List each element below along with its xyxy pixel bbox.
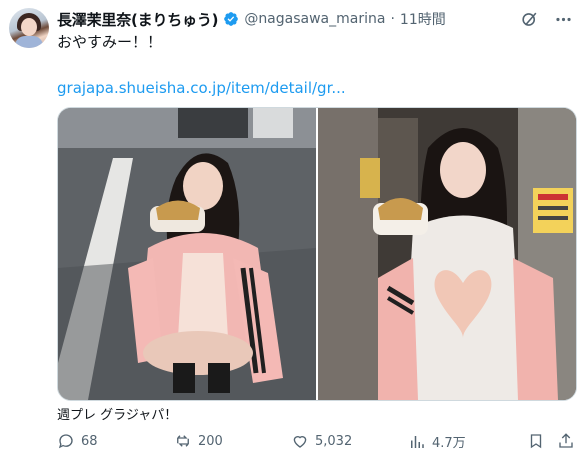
share-button[interactable] xyxy=(557,432,575,450)
share-icon xyxy=(559,433,573,448)
media-grid xyxy=(57,107,577,401)
views-button[interactable]: 4.7万 xyxy=(408,432,466,451)
post-time[interactable]: 11時間 xyxy=(400,9,446,29)
photo-right[interactable] xyxy=(318,108,576,400)
reply-button[interactable]: 68 xyxy=(57,432,98,450)
avatar-face xyxy=(21,18,37,36)
post-header: 長澤茉里奈(まりちゅう) @nagasawa_marina · 11時間 xyxy=(57,8,446,30)
bookmark-icon xyxy=(530,434,542,449)
handle[interactable]: @nagasawa_marina xyxy=(244,11,385,27)
separator-dot: · xyxy=(390,11,395,27)
more-icon[interactable] xyxy=(553,9,573,29)
media-caption: 週プレ グラジャパ！ xyxy=(57,408,178,423)
header-actions xyxy=(519,9,573,29)
action-bar: 68 200 5,032 4.7万 xyxy=(57,432,575,454)
repost-button[interactable]: 200 xyxy=(174,432,223,450)
repost-count: 200 xyxy=(198,433,223,449)
grok-icon[interactable] xyxy=(519,9,539,29)
post-text: おやすみー！！ xyxy=(57,33,163,51)
reply-icon xyxy=(58,434,73,449)
display-name[interactable]: 長澤茉里奈(まりちゅう) xyxy=(57,9,219,30)
views-icon xyxy=(411,435,424,448)
views-count: 4.7万 xyxy=(432,436,466,451)
like-button[interactable]: 5,032 xyxy=(291,432,352,450)
verified-badge-icon xyxy=(223,11,239,27)
post-link[interactable]: grajapa.shueisha.co.jp/item/detail/gr... xyxy=(57,79,346,97)
like-icon xyxy=(293,436,307,448)
reply-count: 68 xyxy=(81,433,98,449)
bookmark-button[interactable] xyxy=(527,432,545,450)
photo-left[interactable] xyxy=(58,108,316,400)
avatar-body xyxy=(15,36,43,48)
like-count: 5,032 xyxy=(315,433,353,449)
avatar[interactable] xyxy=(9,8,49,48)
repost-icon xyxy=(177,435,189,447)
